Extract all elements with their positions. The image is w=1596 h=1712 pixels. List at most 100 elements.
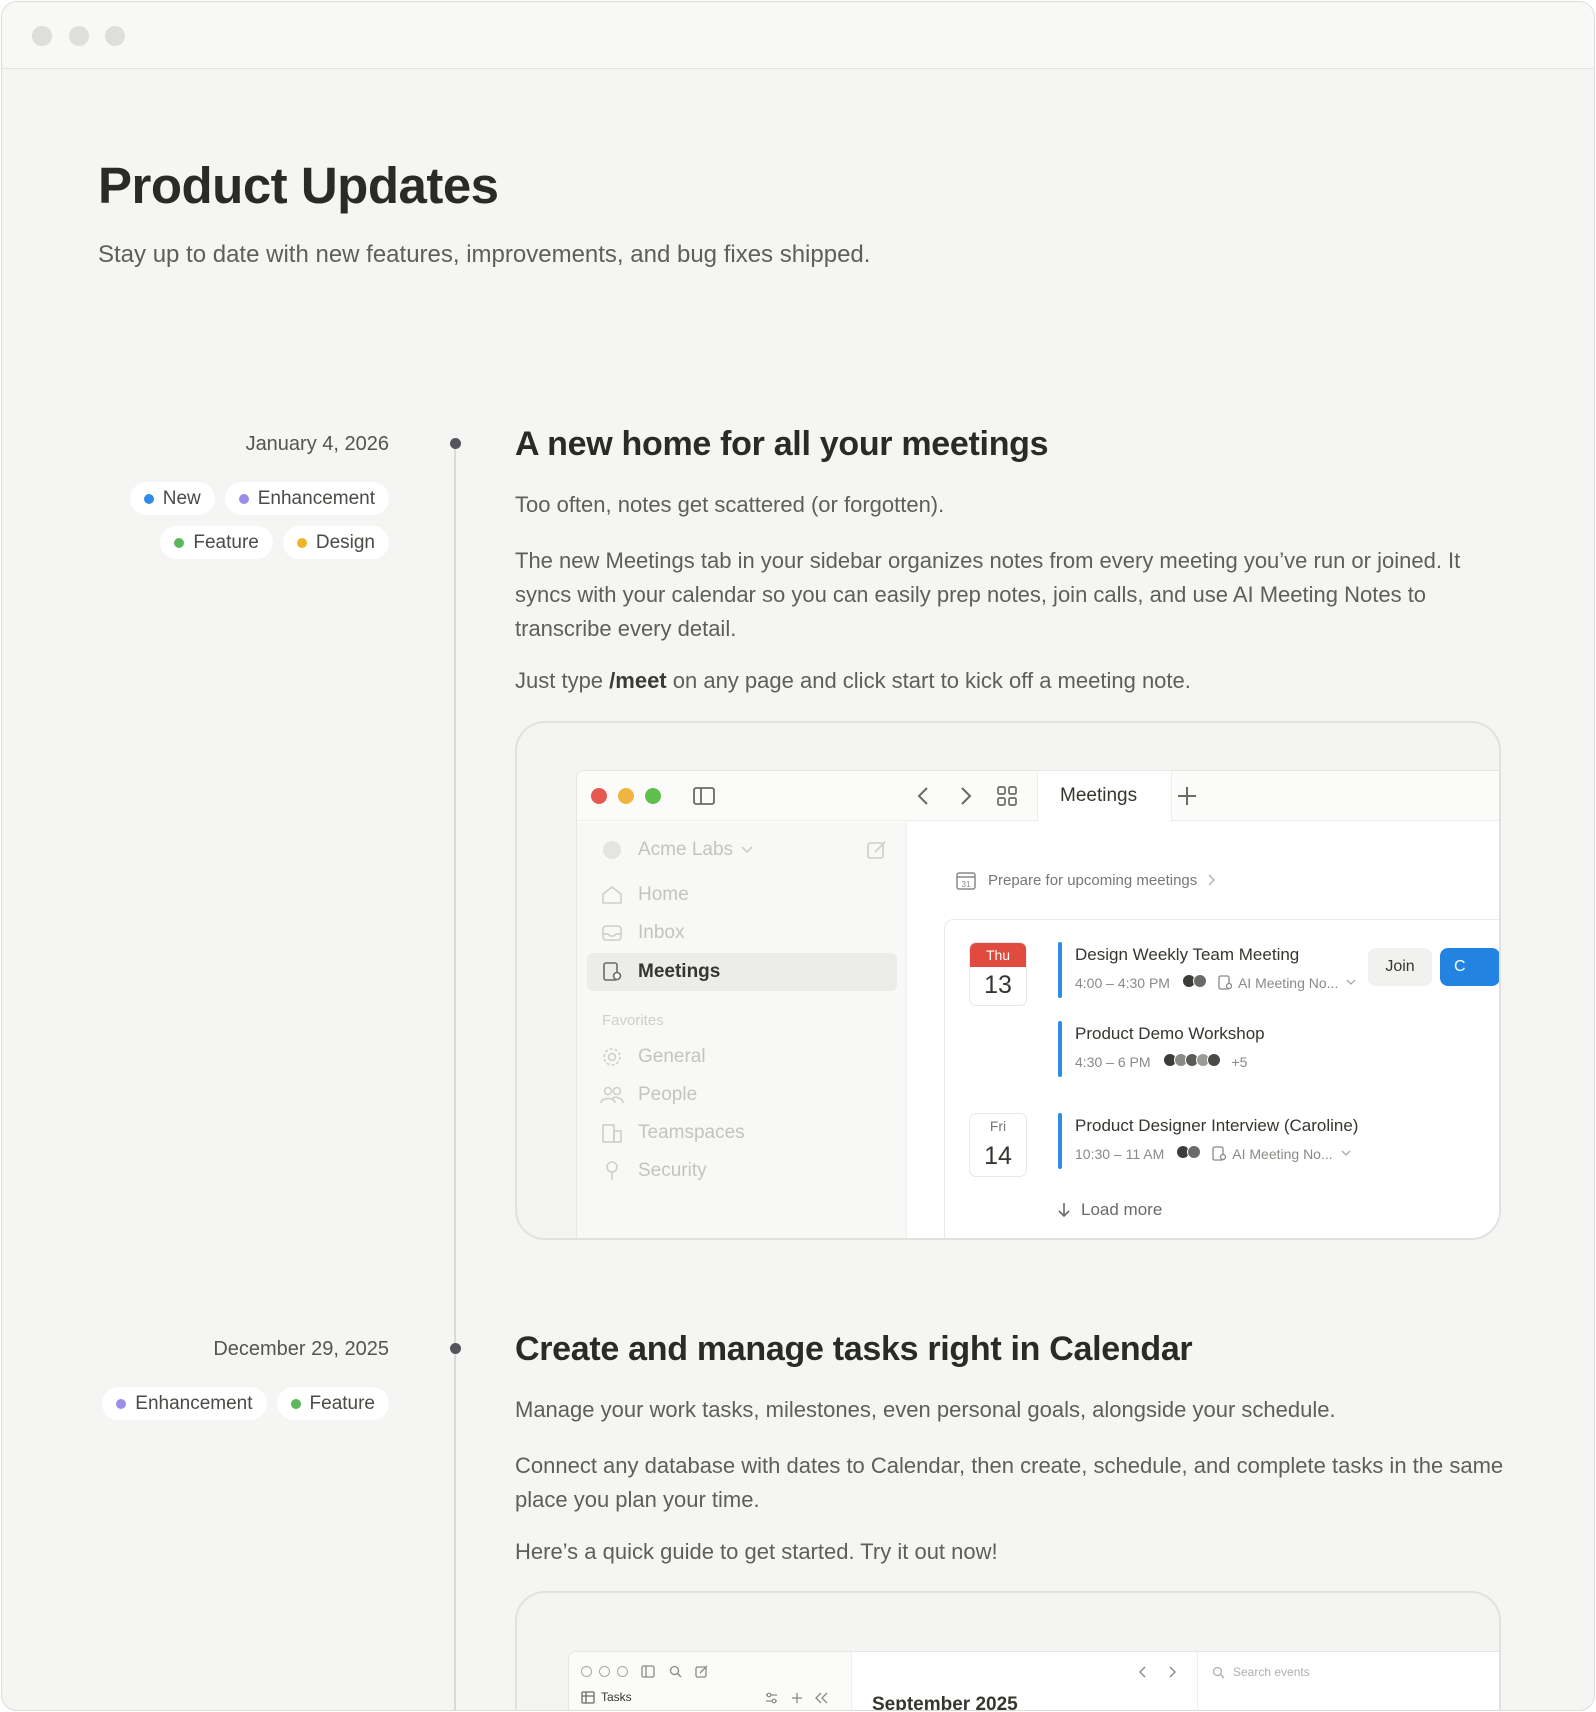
command-text: /meet [609, 668, 667, 693]
meetings-app-mock: Meetings Acme Labs Home Inbox Meetings F… [576, 770, 1499, 1238]
primary-action-button[interactable]: C [1440, 948, 1499, 986]
feature-screenshot: Tasks Search events September 2025 [515, 1591, 1501, 1710]
divider [1197, 1652, 1198, 1710]
entry-title: Create and manage tasks right in Calenda… [515, 1330, 1193, 1368]
home-icon [600, 883, 624, 907]
timeline-dot [450, 1343, 461, 1354]
workspace-logo-icon [600, 838, 624, 862]
app-zoom-dot [645, 788, 661, 804]
compose-icon[interactable] [867, 840, 887, 860]
search-icon[interactable] [669, 1665, 682, 1678]
search-icon [1212, 1666, 1225, 1678]
back-arrow-icon[interactable] [917, 786, 929, 806]
prepare-meetings-link[interactable]: 31 Prepare for upcoming meetings [956, 870, 1216, 890]
new-tab-plus-icon[interactable] [1177, 786, 1197, 806]
calendar-app-mock: Tasks Search events September 2025 [568, 1651, 1499, 1710]
join-button[interactable]: Join [1368, 948, 1432, 986]
window-dot-icon [599, 1666, 610, 1677]
event-title[interactable]: Product Demo Workshop [1075, 1024, 1265, 1044]
sidebar-item-inbox[interactable]: Inbox [587, 914, 897, 952]
sidebar-toggle-icon[interactable] [693, 787, 715, 805]
collapse-double-chevron-icon[interactable] [815, 1692, 828, 1704]
tag-new[interactable]: New [129, 482, 215, 515]
sidebar-item-teamspaces[interactable]: Teamspaces [587, 1114, 897, 1152]
previous-month-icon[interactable] [1138, 1666, 1146, 1678]
attendee-avatars [1162, 1053, 1221, 1070]
compose-icon[interactable] [695, 1665, 708, 1678]
app-minimize-dot [618, 788, 634, 804]
chevron-down-icon [1341, 1150, 1351, 1156]
date-badge-thu: Thu 13 [969, 942, 1027, 1006]
sidebar-item-general[interactable]: General [587, 1038, 897, 1076]
tag-design[interactable]: Design [282, 526, 389, 559]
sidebar-item-security[interactable]: Security [587, 1152, 897, 1190]
tag-row: Feature Design [160, 526, 389, 559]
entry-paragraph: Just type /meet on any page and click st… [515, 668, 1191, 693]
page-subtitle: Stay up to date with new features, impro… [98, 241, 871, 268]
window-titlebar [2, 2, 1594, 69]
event-color-bar [1058, 1021, 1062, 1077]
feature-screenshot: Meetings Acme Labs Home Inbox Meetings F… [515, 721, 1501, 1240]
favorites-section-header: Favorites [602, 1012, 664, 1029]
filter-sliders-icon[interactable] [765, 1692, 778, 1704]
app-close-dot [591, 788, 607, 804]
window-dot-icon [581, 1666, 592, 1677]
gear-icon [600, 1045, 624, 1069]
sidebar-toggle-icon[interactable] [641, 1665, 655, 1678]
window-close-control[interactable] [32, 26, 52, 46]
chevron-right-icon [1208, 874, 1216, 886]
timeline-dot [450, 438, 461, 449]
meeting-notes-icon [600, 960, 624, 984]
entry-date: January 4, 2026 [245, 433, 389, 455]
forward-arrow-icon[interactable] [960, 786, 972, 806]
sidebar-item-meetings[interactable]: Meetings [587, 953, 897, 991]
event-title[interactable]: Design Weekly Team Meeting [1075, 945, 1299, 965]
tag-enhancement[interactable]: Enhancement [102, 1387, 267, 1420]
app-toolbar: Meetings [577, 771, 1499, 822]
timeline-line [454, 444, 456, 1710]
sidebar-item-tasks[interactable]: Tasks [581, 1690, 632, 1704]
chevron-down-icon [1346, 979, 1356, 985]
grid-view-icon[interactable] [997, 786, 1017, 806]
tag-enhancement[interactable]: Enhancement [224, 482, 389, 515]
plus-icon[interactable] [791, 1692, 803, 1704]
ai-meeting-notes-dropdown[interactable]: AI Meeting No... [1218, 975, 1356, 991]
event-meta: 4:30 – 6 PM +5 [1075, 1053, 1248, 1070]
tab-meetings[interactable]: Meetings [1037, 771, 1172, 822]
tag-dot [290, 1398, 301, 1409]
tag-dot [296, 537, 307, 548]
key-icon [600, 1159, 624, 1183]
tag-dot [174, 537, 185, 548]
event-color-bar [1058, 942, 1062, 998]
event-meta: 4:00 – 4:30 PM AI Meeting No... [1075, 974, 1356, 991]
event-title[interactable]: Product Designer Interview (Caroline) [1075, 1116, 1358, 1136]
entry-paragraph: Connect any database with dates to Calen… [515, 1453, 1504, 1512]
load-more-button[interactable]: Load more [1057, 1200, 1162, 1220]
event-color-bar [1058, 1113, 1062, 1169]
tag-dot [238, 493, 249, 504]
window-dot-icon [617, 1666, 628, 1677]
note-icon [1218, 974, 1232, 990]
window-zoom-control[interactable] [105, 26, 125, 46]
search-events-input[interactable]: Search events [1212, 1665, 1310, 1679]
window-minimize-control[interactable] [69, 26, 89, 46]
event-meta: 10:30 – 11 AM AI Meeting No... [1075, 1145, 1351, 1162]
inbox-icon [600, 921, 624, 945]
sidebar-item-people[interactable]: People [587, 1076, 897, 1114]
entry-paragraph: The new Meetings tab in your sidebar org… [515, 548, 1461, 641]
tag-feature[interactable]: Feature [276, 1387, 389, 1420]
calendar-icon: 31 [956, 872, 976, 890]
tag-row: Enhancement Feature [102, 1387, 389, 1420]
svg-text:31: 31 [962, 880, 971, 889]
entry-paragraph: Too often, notes get scattered (or forgo… [515, 492, 945, 517]
sidebar-item-home[interactable]: Home [587, 876, 897, 914]
building-icon [600, 1121, 624, 1145]
tag-feature[interactable]: Feature [160, 526, 273, 559]
table-icon [581, 1690, 595, 1704]
note-icon [1212, 1145, 1227, 1161]
workspace-switcher[interactable]: Acme Labs [587, 831, 897, 869]
tag-dot [116, 1398, 127, 1409]
next-month-icon[interactable] [1169, 1666, 1177, 1678]
entry-date: December 29, 2025 [213, 1338, 389, 1360]
ai-meeting-notes-dropdown[interactable]: AI Meeting No... [1212, 1145, 1351, 1162]
